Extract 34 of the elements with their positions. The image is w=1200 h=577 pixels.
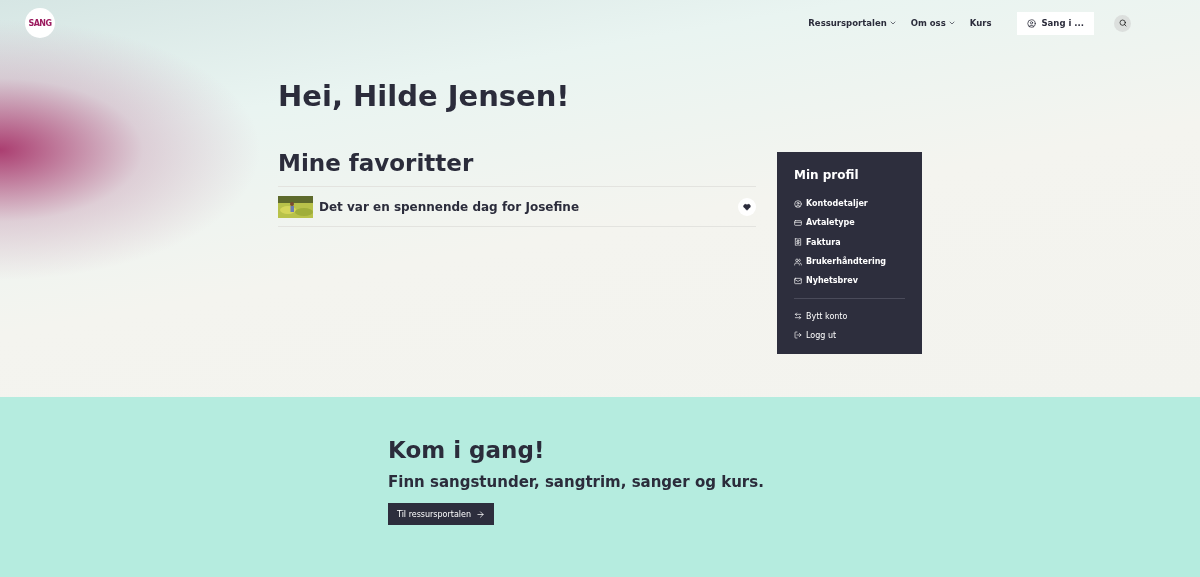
chevron-down-icon xyxy=(947,19,956,27)
profile-link[interactable]: Nyhetsbrev xyxy=(794,271,905,291)
account-link[interactable]: Logg ut xyxy=(794,325,905,346)
favorite-button[interactable] xyxy=(738,197,756,216)
nav-link[interactable]: Ressursportalen xyxy=(808,18,897,28)
heart-icon xyxy=(743,202,751,211)
swap-arrows-icon xyxy=(794,312,802,321)
cta-button[interactable]: Til ressursportalen xyxy=(388,503,495,525)
logo[interactable]: SANG xyxy=(25,8,55,38)
card-icon xyxy=(794,218,802,227)
chevron-down-icon xyxy=(888,19,897,27)
envelope-icon xyxy=(794,276,802,285)
account-button[interactable]: Sang i ... xyxy=(1017,11,1094,35)
greeting-heading: Hei, Hilde Jensen! xyxy=(278,79,571,113)
profile-title: Min profil xyxy=(794,168,860,182)
logout-icon xyxy=(794,331,802,340)
cta-subtitle: Finn sangstunder, sangtrim, sanger og kurs. xyxy=(388,473,765,491)
user-icon xyxy=(1027,18,1037,28)
user-icon xyxy=(794,199,802,208)
favorites-heading: Mine favoritter xyxy=(278,150,475,176)
search-button[interactable] xyxy=(1114,14,1131,32)
arrow-right-icon xyxy=(476,509,486,519)
search-icon xyxy=(1118,19,1127,27)
favorite-title[interactable]: Det var en spennende dag for Josefine xyxy=(319,199,579,214)
nav-link[interactable]: Om oss xyxy=(910,18,956,28)
account-link[interactable]: Bytt konto xyxy=(794,306,905,326)
receipt-icon xyxy=(794,238,802,247)
profile-link[interactable]: Brukerhåndtering xyxy=(794,251,905,272)
nav-link[interactable]: Kurs xyxy=(969,18,992,28)
people-icon xyxy=(794,257,802,266)
profile-link[interactable]: Kontodetaljer xyxy=(794,194,905,214)
profile-link[interactable]: Faktura xyxy=(794,232,905,252)
profile-link[interactable]: Avtaletype xyxy=(794,213,905,233)
cta-heading: Kom i gang! xyxy=(388,437,546,463)
